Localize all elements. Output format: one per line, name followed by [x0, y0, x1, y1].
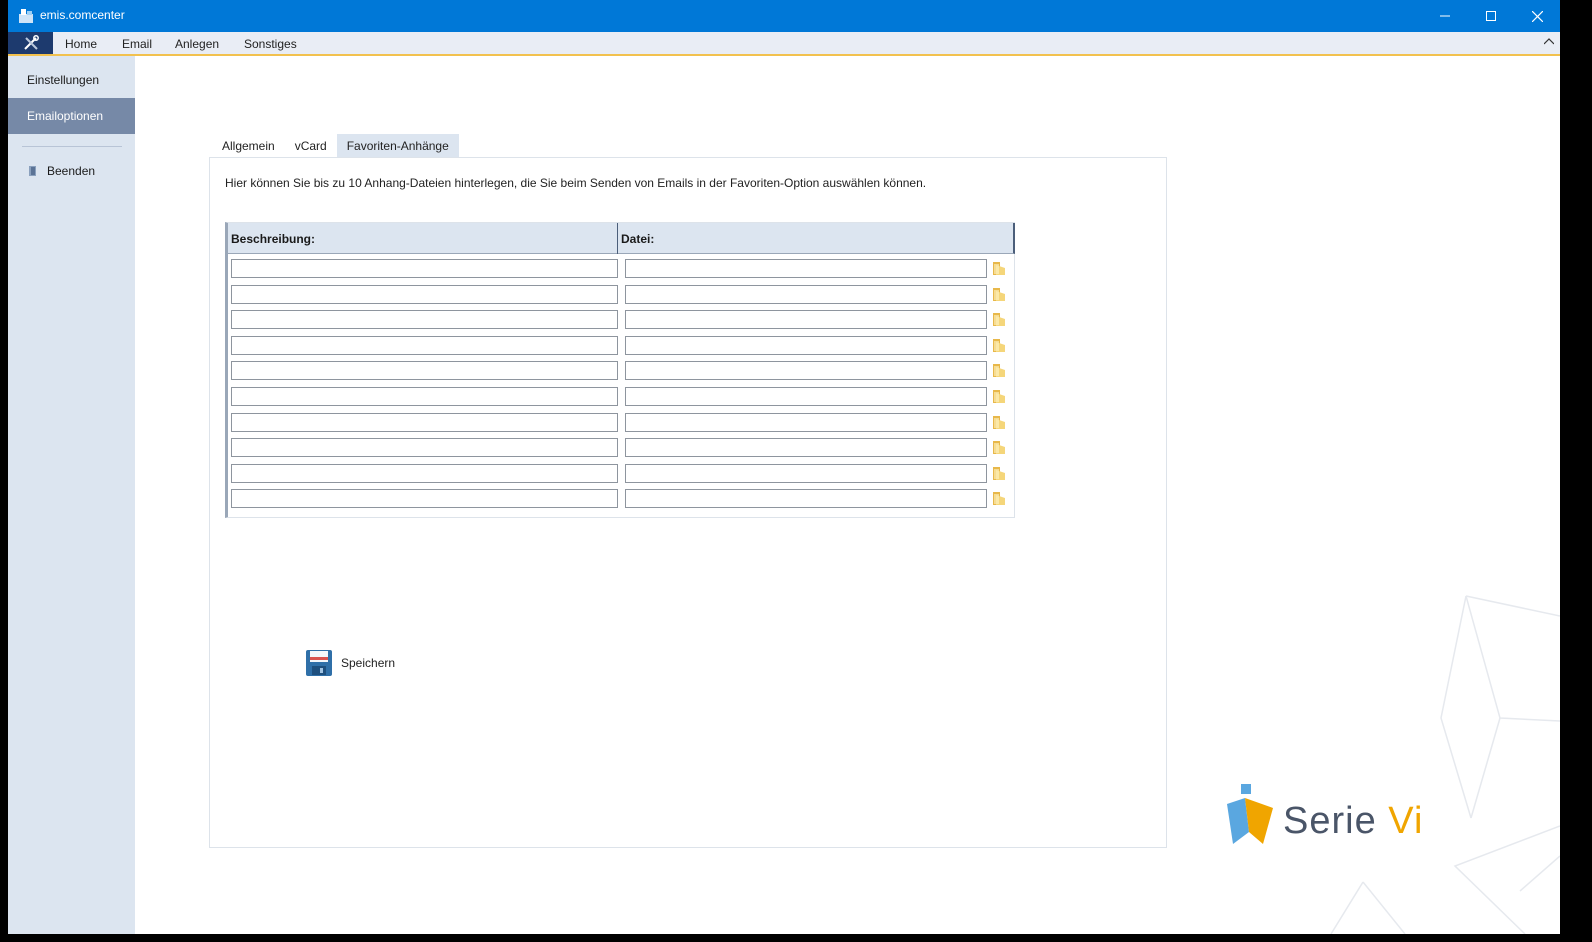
file-input[interactable] [625, 489, 987, 509]
main-content: Allgemein vCard Favoriten-Anhänge Hier k… [135, 56, 1560, 934]
table-row [228, 361, 1015, 383]
maximize-button[interactable] [1468, 0, 1514, 32]
table-row [228, 284, 1015, 307]
table-row [228, 387, 1015, 409]
logo-accent: Vi [1388, 800, 1424, 842]
menu-email[interactable]: Email [122, 37, 152, 51]
menu-home[interactable]: Home [65, 37, 97, 51]
browse-folder-icon[interactable] [992, 362, 1006, 378]
file-input[interactable] [625, 284, 987, 304]
sidebar-item-emailoptionen[interactable]: Emailoptionen [8, 98, 135, 134]
description-input[interactable] [231, 335, 618, 355]
title-bar: emis.comcenter [8, 0, 1560, 32]
description-input[interactable] [231, 310, 618, 330]
table-row [228, 412, 1015, 435]
window-title: emis.comcenter [40, 8, 125, 22]
serie-vi-logo: Serie Vi [1283, 800, 1423, 843]
minimize-icon [1440, 15, 1450, 17]
favoriten-panel: Hier können Sie bis zu 10 Anhang-Dateien… [209, 157, 1167, 848]
table-row [228, 463, 1015, 486]
sidebar-item-label: Einstellungen [27, 73, 100, 87]
browse-folder-icon[interactable] [992, 260, 1006, 276]
close-icon [1531, 10, 1543, 22]
browse-folder-icon[interactable] [992, 311, 1006, 327]
browse-folder-icon[interactable] [992, 414, 1006, 430]
exit-icon [29, 166, 36, 176]
sidebar-item-beenden[interactable]: Beenden [8, 153, 135, 189]
file-input[interactable] [625, 387, 987, 406]
browse-folder-icon[interactable] [992, 465, 1006, 481]
grid-header: Beschreibung: Datei: [228, 223, 1015, 254]
browse-folder-icon[interactable] [992, 439, 1006, 455]
tab-favoriten-anhaenge[interactable]: Favoriten-Anhänge [336, 134, 459, 158]
browse-folder-icon[interactable] [992, 337, 1006, 353]
options-tabs: Allgemein vCard Favoriten-Anhänge [212, 134, 459, 158]
save-button[interactable]: Speichern [305, 649, 395, 677]
sidebar: Einstellungen Emailoptionen Beenden [8, 56, 135, 934]
tools-icon [23, 35, 39, 50]
serie-vi-logo-icon [1227, 784, 1273, 844]
tab-vcard[interactable]: vCard [285, 134, 337, 158]
browse-folder-icon[interactable] [992, 286, 1006, 302]
file-input[interactable] [625, 310, 987, 330]
save-label: Speichern [341, 656, 396, 670]
description-input[interactable] [231, 361, 618, 381]
app-logo-icon [19, 9, 33, 23]
description-input[interactable] [231, 463, 618, 483]
file-input[interactable] [625, 259, 987, 278]
description-input[interactable] [231, 438, 618, 458]
sidebar-divider [22, 146, 122, 147]
browse-folder-icon[interactable] [992, 490, 1006, 506]
tools-button[interactable] [8, 32, 53, 54]
file-input[interactable] [625, 463, 987, 483]
column-divider [617, 223, 618, 254]
column-header-file: Datei: [621, 232, 655, 246]
column-header-description: Beschreibung: [231, 232, 316, 246]
table-row [228, 438, 1015, 460]
description-input[interactable] [231, 387, 618, 406]
description-input[interactable] [231, 412, 618, 432]
menu-sonstiges[interactable]: Sonstiges [244, 37, 297, 51]
browse-folder-icon[interactable] [992, 388, 1006, 404]
description-input[interactable] [231, 284, 618, 304]
file-input[interactable] [625, 412, 987, 432]
logo-text: Serie [1283, 800, 1377, 842]
file-input[interactable] [625, 335, 987, 355]
maximize-icon [1486, 11, 1496, 21]
intro-text: Hier können Sie bis zu 10 Anhang-Dateien… [225, 176, 927, 190]
table-row [228, 310, 1015, 332]
table-row [228, 259, 1015, 281]
sidebar-item-einstellungen[interactable]: Einstellungen [8, 62, 135, 98]
attachments-grid: Beschreibung: Datei: [225, 222, 1015, 518]
minimize-button[interactable] [1422, 0, 1468, 32]
description-input[interactable] [231, 259, 618, 278]
table-row [228, 489, 1015, 511]
menu-anlegen[interactable]: Anlegen [175, 37, 219, 51]
file-input[interactable] [625, 361, 987, 381]
file-input[interactable] [625, 438, 987, 458]
chevron-up-icon [1543, 38, 1555, 45]
description-input[interactable] [231, 489, 618, 509]
tab-allgemein[interactable]: Allgemein [212, 134, 285, 158]
sidebar-item-label: Emailoptionen [27, 109, 104, 123]
sidebar-item-label: Beenden [47, 164, 96, 178]
close-button[interactable] [1514, 0, 1560, 32]
ribbon-menu-bar: Home Email Anlegen Sonstiges [8, 32, 1560, 56]
app-window: emis.comcenter Home Email Anlegen Sonsti… [8, 0, 1560, 934]
floppy-disk-icon [306, 650, 332, 676]
table-row [228, 335, 1015, 358]
collapse-ribbon-button[interactable] [1543, 34, 1555, 48]
